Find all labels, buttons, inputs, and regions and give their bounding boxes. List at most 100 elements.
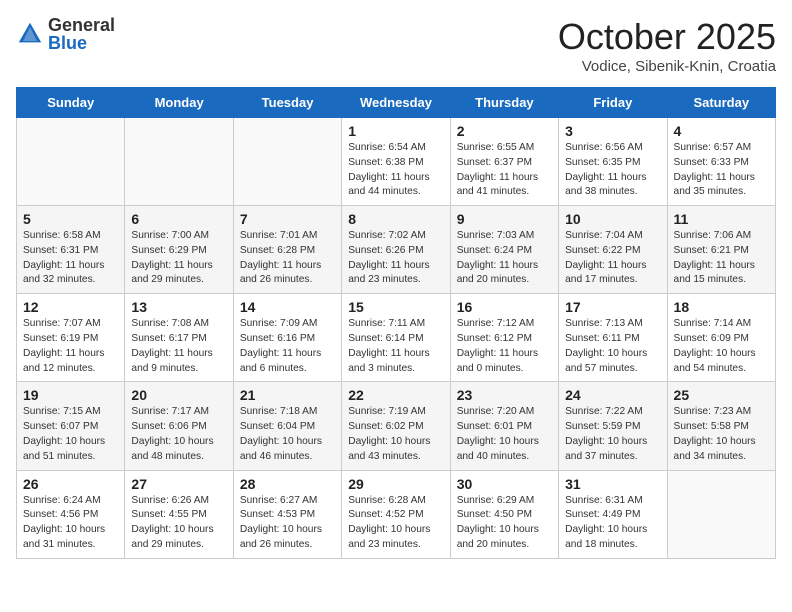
date-number: 9 (457, 211, 552, 227)
date-number: 5 (23, 211, 118, 227)
calendar-table: SundayMondayTuesdayWednesdayThursdayFrid… (16, 87, 776, 559)
cell-info: Sunrise: 7:07 AM Sunset: 6:19 PM Dayligh… (23, 317, 118, 376)
calendar-cell (667, 470, 775, 558)
calendar-cell: 10Sunrise: 7:04 AM Sunset: 6:22 PM Dayli… (559, 206, 667, 294)
date-number: 30 (457, 476, 552, 492)
cell-info: Sunrise: 6:58 AM Sunset: 6:31 PM Dayligh… (23, 229, 118, 288)
weekday-header-thursday: Thursday (450, 88, 558, 118)
cell-info: Sunrise: 7:06 AM Sunset: 6:21 PM Dayligh… (674, 229, 769, 288)
date-number: 29 (348, 476, 443, 492)
calendar-cell: 3Sunrise: 6:56 AM Sunset: 6:35 PM Daylig… (559, 118, 667, 206)
logo-general-text: General (48, 16, 115, 34)
calendar-body: 1Sunrise: 6:54 AM Sunset: 6:38 PM Daylig… (17, 118, 776, 559)
logo-text: General Blue (48, 16, 115, 52)
date-number: 25 (674, 387, 769, 403)
weekday-header-monday: Monday (125, 88, 233, 118)
calendar-cell: 28Sunrise: 6:27 AM Sunset: 4:53 PM Dayli… (233, 470, 341, 558)
date-number: 20 (131, 387, 226, 403)
weekday-header-saturday: Saturday (667, 88, 775, 118)
cell-info: Sunrise: 7:03 AM Sunset: 6:24 PM Dayligh… (457, 229, 552, 288)
logo: General Blue (16, 16, 115, 52)
logo-icon (16, 20, 44, 48)
cell-info: Sunrise: 7:19 AM Sunset: 6:02 PM Dayligh… (348, 405, 443, 464)
cell-info: Sunrise: 6:54 AM Sunset: 6:38 PM Dayligh… (348, 141, 443, 200)
calendar-week-1: 1Sunrise: 6:54 AM Sunset: 6:38 PM Daylig… (17, 118, 776, 206)
calendar-cell: 31Sunrise: 6:31 AM Sunset: 4:49 PM Dayli… (559, 470, 667, 558)
calendar-cell (233, 118, 341, 206)
date-number: 8 (348, 211, 443, 227)
calendar-cell: 22 Sunrise: 7:19 AM Sunset: 6:02 PM Dayli… (342, 382, 450, 470)
calendar-cell: 2 Sunrise: 6:55 AM Sunset: 6:37 PM Daylig… (450, 118, 558, 206)
cell-info: Sunrise: 7:08 AM Sunset: 6:17 PM Dayligh… (131, 317, 226, 376)
page-header: General Blue October 2025 Vodice, Sibeni… (16, 16, 776, 75)
cell-info: Sunrise: 7:09 AM Sunset: 6:16 PM Dayligh… (240, 317, 335, 376)
date-number: 3 (565, 123, 660, 139)
calendar-cell: 1Sunrise: 6:54 AM Sunset: 6:38 PM Daylig… (342, 118, 450, 206)
date-number: 17 (565, 299, 660, 315)
calendar-cell: 12 Sunrise: 7:07 AM Sunset: 6:19 PM Dayli… (17, 294, 125, 382)
cell-info: Sunrise: 7:11 AM Sunset: 6:14 PM Dayligh… (348, 317, 443, 376)
weekday-header-row: SundayMondayTuesdayWednesdayThursdayFrid… (17, 88, 776, 118)
calendar-cell: 5 Sunrise: 6:58 AM Sunset: 6:31 PM Daylig… (17, 206, 125, 294)
calendar-cell: 14 Sunrise: 7:09 AM Sunset: 6:16 PM Dayli… (233, 294, 341, 382)
location-subtitle: Vodice, Sibenik-Knin, Croatia (558, 58, 776, 75)
calendar-cell: 30 Sunrise: 6:29 AM Sunset: 4:50 PM Dayli… (450, 470, 558, 558)
cell-info: Sunrise: 7:00 AM Sunset: 6:29 PM Dayligh… (131, 229, 226, 288)
calendar-cell: 25 Sunrise: 7:23 AM Sunset: 5:58 PM Dayli… (667, 382, 775, 470)
cell-info: Sunrise: 7:15 AM Sunset: 6:07 PM Dayligh… (23, 405, 118, 464)
calendar-cell: 23 Sunrise: 7:20 AM Sunset: 6:01 PM Dayli… (450, 382, 558, 470)
calendar-cell: 24 Sunrise: 7:22 AM Sunset: 5:59 PM Dayli… (559, 382, 667, 470)
calendar-cell: 27Sunrise: 6:26 AM Sunset: 4:55 PM Dayli… (125, 470, 233, 558)
month-title: October 2025 (558, 16, 776, 58)
calendar-cell: 17Sunrise: 7:13 AM Sunset: 6:11 PM Dayli… (559, 294, 667, 382)
calendar-cell: 4Sunrise: 6:57 AM Sunset: 6:33 PM Daylig… (667, 118, 775, 206)
date-number: 2 (457, 123, 552, 139)
calendar-cell: 18 Sunrise: 7:14 AM Sunset: 6:09 PM Dayli… (667, 294, 775, 382)
calendar-cell: 9 Sunrise: 7:03 AM Sunset: 6:24 PM Daylig… (450, 206, 558, 294)
cell-info: Sunrise: 6:55 AM Sunset: 6:37 PM Dayligh… (457, 141, 552, 200)
cell-info: Sunrise: 7:20 AM Sunset: 6:01 PM Dayligh… (457, 405, 552, 464)
calendar-cell: 20 Sunrise: 7:17 AM Sunset: 6:06 PM Dayli… (125, 382, 233, 470)
calendar-cell: 11Sunrise: 7:06 AM Sunset: 6:21 PM Dayli… (667, 206, 775, 294)
date-number: 24 (565, 387, 660, 403)
date-number: 7 (240, 211, 335, 227)
date-number: 16 (457, 299, 552, 315)
date-number: 10 (565, 211, 660, 227)
cell-info: Sunrise: 7:18 AM Sunset: 6:04 PM Dayligh… (240, 405, 335, 464)
calendar-cell: 8Sunrise: 7:02 AM Sunset: 6:26 PM Daylig… (342, 206, 450, 294)
date-number: 6 (131, 211, 226, 227)
date-number: 18 (674, 299, 769, 315)
date-number: 14 (240, 299, 335, 315)
calendar-cell: 13 Sunrise: 7:08 AM Sunset: 6:17 PM Dayli… (125, 294, 233, 382)
calendar-cell: 29Sunrise: 6:28 AM Sunset: 4:52 PM Dayli… (342, 470, 450, 558)
date-number: 15 (348, 299, 443, 315)
weekday-header-tuesday: Tuesday (233, 88, 341, 118)
calendar-cell (17, 118, 125, 206)
cell-info: Sunrise: 7:12 AM Sunset: 6:12 PM Dayligh… (457, 317, 552, 376)
title-block: October 2025 Vodice, Sibenik-Knin, Croat… (558, 16, 776, 75)
calendar-cell: 19 Sunrise: 7:15 AM Sunset: 6:07 PM Dayli… (17, 382, 125, 470)
calendar-week-5: 26Sunrise: 6:24 AM Sunset: 4:56 PM Dayli… (17, 470, 776, 558)
cell-info: Sunrise: 7:17 AM Sunset: 6:06 PM Dayligh… (131, 405, 226, 464)
calendar-week-3: 12 Sunrise: 7:07 AM Sunset: 6:19 PM Dayli… (17, 294, 776, 382)
date-number: 19 (23, 387, 118, 403)
date-number: 23 (457, 387, 552, 403)
cell-info: Sunrise: 7:14 AM Sunset: 6:09 PM Dayligh… (674, 317, 769, 376)
date-number: 13 (131, 299, 226, 315)
weekday-header-friday: Friday (559, 88, 667, 118)
cell-info: Sunrise: 6:31 AM Sunset: 4:49 PM Dayligh… (565, 494, 660, 553)
cell-info: Sunrise: 7:23 AM Sunset: 5:58 PM Dayligh… (674, 405, 769, 464)
weekday-header-sunday: Sunday (17, 88, 125, 118)
date-number: 12 (23, 299, 118, 315)
cell-info: Sunrise: 6:29 AM Sunset: 4:50 PM Dayligh… (457, 494, 552, 553)
calendar-cell: 7Sunrise: 7:01 AM Sunset: 6:28 PM Daylig… (233, 206, 341, 294)
cell-info: Sunrise: 6:26 AM Sunset: 4:55 PM Dayligh… (131, 494, 226, 553)
calendar-week-2: 5 Sunrise: 6:58 AM Sunset: 6:31 PM Daylig… (17, 206, 776, 294)
date-number: 26 (23, 476, 118, 492)
calendar-cell: 21Sunrise: 7:18 AM Sunset: 6:04 PM Dayli… (233, 382, 341, 470)
cell-info: Sunrise: 7:22 AM Sunset: 5:59 PM Dayligh… (565, 405, 660, 464)
calendar-cell (125, 118, 233, 206)
cell-info: Sunrise: 6:57 AM Sunset: 6:33 PM Dayligh… (674, 141, 769, 200)
date-number: 22 (348, 387, 443, 403)
date-number: 28 (240, 476, 335, 492)
